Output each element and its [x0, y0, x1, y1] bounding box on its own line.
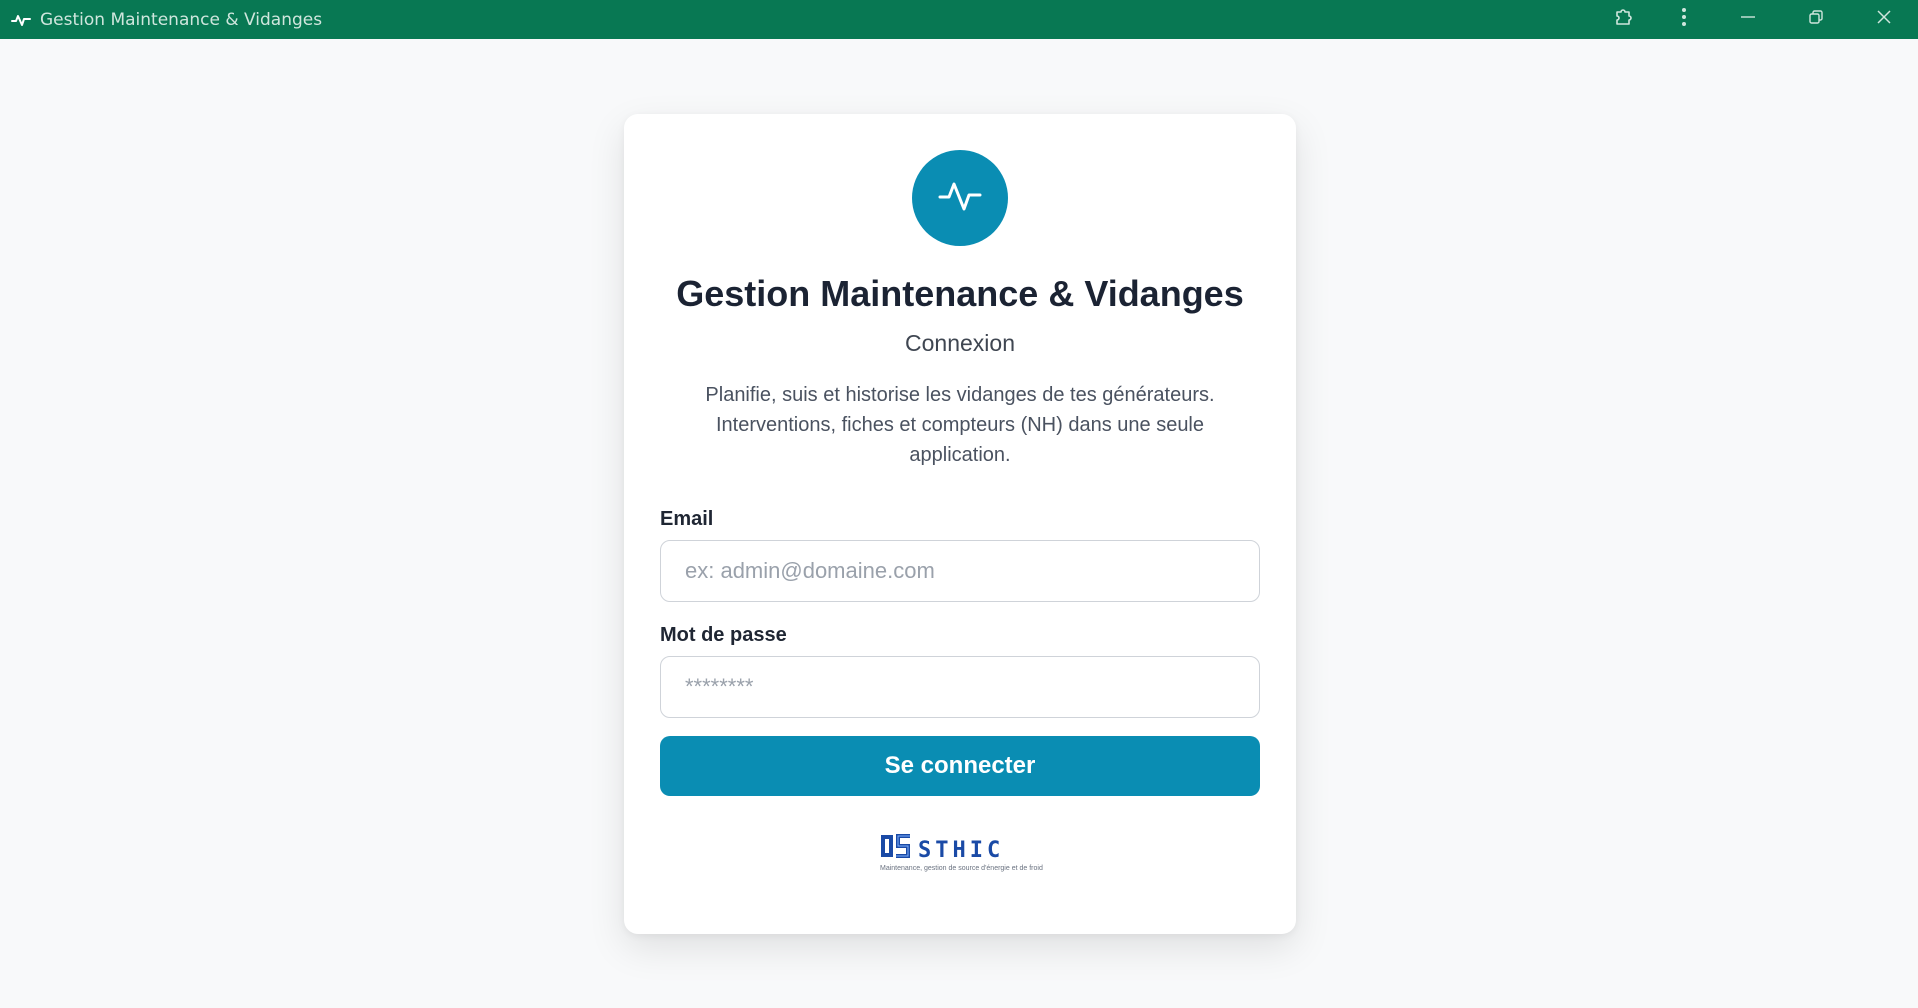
- brand-tagline: Maintenance, gestion de source d'énergie…: [880, 865, 1043, 872]
- activity-icon: [938, 178, 982, 219]
- login-button[interactable]: Se connecter: [660, 736, 1260, 796]
- extension-button[interactable]: [1594, 0, 1654, 39]
- page-subtitle: Connexion: [905, 330, 1015, 356]
- minimize-icon: [1740, 9, 1756, 30]
- password-field[interactable]: [660, 656, 1260, 718]
- more-vert-icon: [1681, 7, 1687, 32]
- app-description: Planifie, suis et historise les vidanges…: [705, 384, 1215, 466]
- brand-name: STHIC: [918, 838, 1005, 863]
- restore-icon: [1808, 9, 1824, 30]
- extension-icon: [1612, 5, 1636, 34]
- login-card: Gestion Maintenance & Vidanges Connexion…: [624, 114, 1296, 934]
- activity-icon: [10, 9, 32, 31]
- app-logo: [912, 150, 1008, 246]
- window-title: Gestion Maintenance & Vidanges: [40, 9, 323, 30]
- sthic-logo-mark: [881, 834, 910, 858]
- close-icon: [1876, 9, 1892, 30]
- title-bar: Gestion Maintenance & Vidanges: [0, 0, 1918, 39]
- email-label: Email: [660, 508, 714, 530]
- page-title: Gestion Maintenance & Vidanges: [676, 273, 1244, 314]
- password-label: Mot de passe: [660, 624, 787, 646]
- minimize-button[interactable]: [1714, 0, 1782, 39]
- restore-button[interactable]: [1782, 0, 1850, 39]
- close-button[interactable]: [1850, 0, 1918, 39]
- brand-logo: STHIC Maintenance, gestion de source d'é…: [878, 830, 1046, 874]
- more-options-button[interactable]: [1654, 0, 1714, 39]
- email-field[interactable]: [660, 540, 1260, 602]
